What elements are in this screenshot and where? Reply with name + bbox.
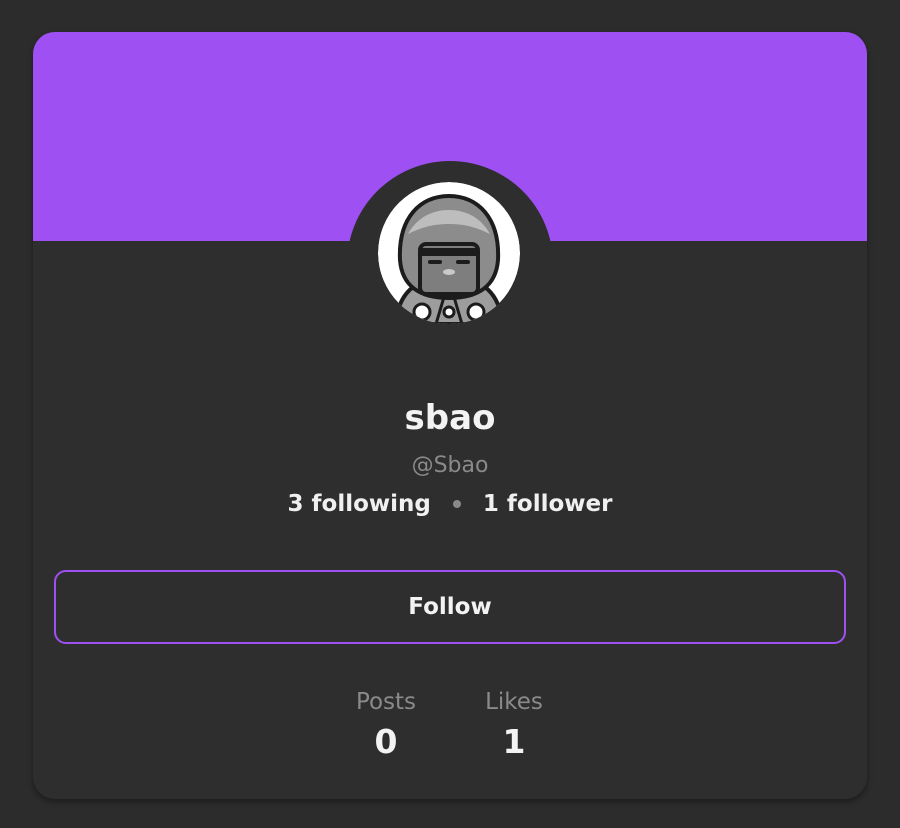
posts-count[interactable]: Posts 0 [352, 687, 420, 767]
display-name: sbao [404, 398, 496, 438]
follow-stats: 3 following 1 follower [33, 489, 867, 519]
posts-value: 0 [374, 722, 398, 761]
follow-button[interactable]: Follow [54, 570, 846, 644]
separator-dot [452, 500, 461, 508]
username-handle: @Sbao [411, 453, 489, 478]
followers-link[interactable]: 1 follower [483, 489, 613, 519]
likes-label: Likes [485, 689, 543, 715]
hooded-character-icon [378, 182, 520, 324]
profile-card: sbao @Sbao 3 following 1 follower Follow… [33, 32, 867, 799]
likes-value: 1 [502, 722, 526, 761]
likes-count[interactable]: Likes 1 [480, 687, 548, 767]
profile-counts: Posts 0 Likes 1 [33, 687, 867, 767]
avatar[interactable] [378, 182, 520, 324]
posts-label: Posts [355, 689, 417, 715]
following-link[interactable]: 3 following [288, 489, 431, 519]
